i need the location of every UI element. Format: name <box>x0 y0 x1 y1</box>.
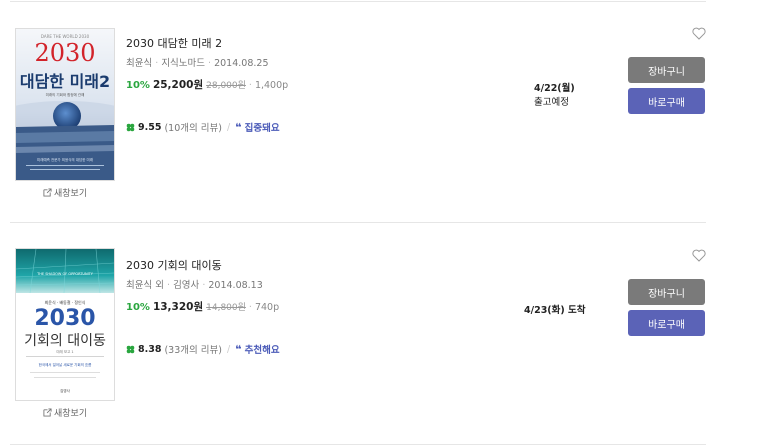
svg-text:미래의 기회와 함정에 관해: 미래의 기회와 함정에 관해 <box>46 92 85 97</box>
book-cover-image: DARE THE WORLD 2030 2030 대담한 미래2 미래의 기회와… <box>16 29 114 180</box>
svg-text:2030: 2030 <box>34 39 95 67</box>
page-count: 1,400p <box>254 80 289 91</box>
new-window-label: 새창보기 <box>54 409 88 419</box>
book-cover[interactable]: DARE THE WORLD 2030 2030 대담한 미래2 미래의 기회와… <box>15 28 115 181</box>
external-link-icon <box>43 188 52 197</box>
new-window-link[interactable]: 새창보기 <box>43 186 87 199</box>
wishlist-heart-icon[interactable] <box>692 27 706 40</box>
wishlist-heart-icon[interactable] <box>692 249 706 262</box>
quote-icon: ❝ <box>235 342 242 356</box>
book-date: 2014.08.13 <box>208 280 263 291</box>
clover-icon <box>126 345 135 353</box>
bottom-divider <box>10 444 706 445</box>
svg-text:기회의 대이동: 기회의 대이동 <box>24 333 106 349</box>
book-date: 2014.08.25 <box>214 58 269 69</box>
external-link-icon <box>43 408 52 417</box>
svg-text:THE SHADOW OF OPPORTUNITY: THE SHADOW OF OPPORTUNITY <box>36 272 94 276</box>
review-keyword: 추천해요 <box>244 345 280 356</box>
book-cover[interactable]: THE SHADOW OF OPPORTUNITY 최윤식 · 배동철 · 정인… <box>15 248 115 401</box>
book-publisher[interactable]: 지식노마드 <box>161 58 205 69</box>
book-price-row: 10% 13,320원 14,800원 · 740p <box>126 301 280 313</box>
book-list-item: THE SHADOW OF OPPORTUNITY 최윤식 · 배동철 · 정인… <box>0 222 773 444</box>
original-price: 14,800원 <box>206 303 246 313</box>
buy-now-button[interactable]: 바로구매 <box>628 310 705 336</box>
new-window-link[interactable]: 새창보기 <box>43 406 87 419</box>
rating-score: 8.38 <box>138 343 162 355</box>
svg-text:최윤식 · 배동철 · 정인식: 최윤식 · 배동철 · 정인식 <box>45 299 86 305</box>
original-price: 28,000원 <box>206 81 246 91</box>
add-to-cart-button[interactable]: 장바구니 <box>628 279 705 305</box>
book-meta: 최윤식 외 · 김영사 · 2014.08.13 <box>126 280 263 291</box>
delivery-info: 4/23(화) 도착 <box>524 304 586 318</box>
svg-text:미래예측 전문가 최윤식의 대담한 미래: 미래예측 전문가 최윤식의 대담한 미래 <box>37 157 93 162</box>
delivery-date: 4/22(월) <box>534 83 575 94</box>
rating-row: 9.55 (10개의 리뷰) / ❝ 집중돼요 <box>126 120 280 134</box>
delivery-status: 출고예정 <box>534 97 569 108</box>
quote-icon: ❝ <box>235 120 242 134</box>
rating-score: 9.55 <box>138 121 162 133</box>
page-count: 740p <box>254 302 280 313</box>
rating-row: 8.38 (33개의 리뷰) / ❝ 추천해요 <box>126 342 280 356</box>
review-count[interactable]: (33개의 리뷰) <box>164 342 221 356</box>
book-title[interactable]: 2030 대담한 미래 2 <box>126 35 222 51</box>
add-to-cart-button[interactable]: 장바구니 <box>628 57 705 83</box>
book-publisher[interactable]: 김영사 <box>173 280 199 291</box>
book-author[interactable]: 최윤식 외 <box>126 280 164 291</box>
buy-now-button[interactable]: 바로구매 <box>628 88 705 114</box>
svg-text:미래 보고 1: 미래 보고 1 <box>56 349 73 354</box>
discount-rate: 10% <box>126 302 150 313</box>
book-list-item: DARE THE WORLD 2030 2030 대담한 미래2 미래의 기회와… <box>0 0 773 222</box>
review-keyword: 집중돼요 <box>244 123 280 134</box>
delivery-date: 4/23(화) 도착 <box>524 305 586 316</box>
book-author[interactable]: 최윤식 <box>126 58 152 69</box>
book-price-row: 10% 25,200원 28,000원 · 1,400p <box>126 79 289 91</box>
book-cover-image: THE SHADOW OF OPPORTUNITY 최윤식 · 배동철 · 정인… <box>16 249 114 400</box>
discount-rate: 10% <box>126 80 150 91</box>
delivery-info: 4/22(월) 출고예정 <box>534 82 575 110</box>
book-meta: 최윤식 · 지식노마드 · 2014.08.25 <box>126 58 269 69</box>
svg-text:김영사: 김영사 <box>60 388 70 393</box>
new-window-label: 새창보기 <box>54 189 88 199</box>
clover-icon <box>126 123 135 131</box>
sale-price: 25,200원 <box>152 79 204 91</box>
svg-text:대담한 미래2: 대담한 미래2 <box>20 72 110 91</box>
review-count[interactable]: (10개의 리뷰) <box>164 120 221 134</box>
sale-price: 13,320원 <box>152 301 204 313</box>
svg-text:한국에서 일어날 새로운 기회의 흐름: 한국에서 일어날 새로운 기회의 흐름 <box>39 362 93 367</box>
svg-text:2030: 2030 <box>34 306 95 331</box>
book-title[interactable]: 2030 기회의 대이동 <box>126 257 222 273</box>
